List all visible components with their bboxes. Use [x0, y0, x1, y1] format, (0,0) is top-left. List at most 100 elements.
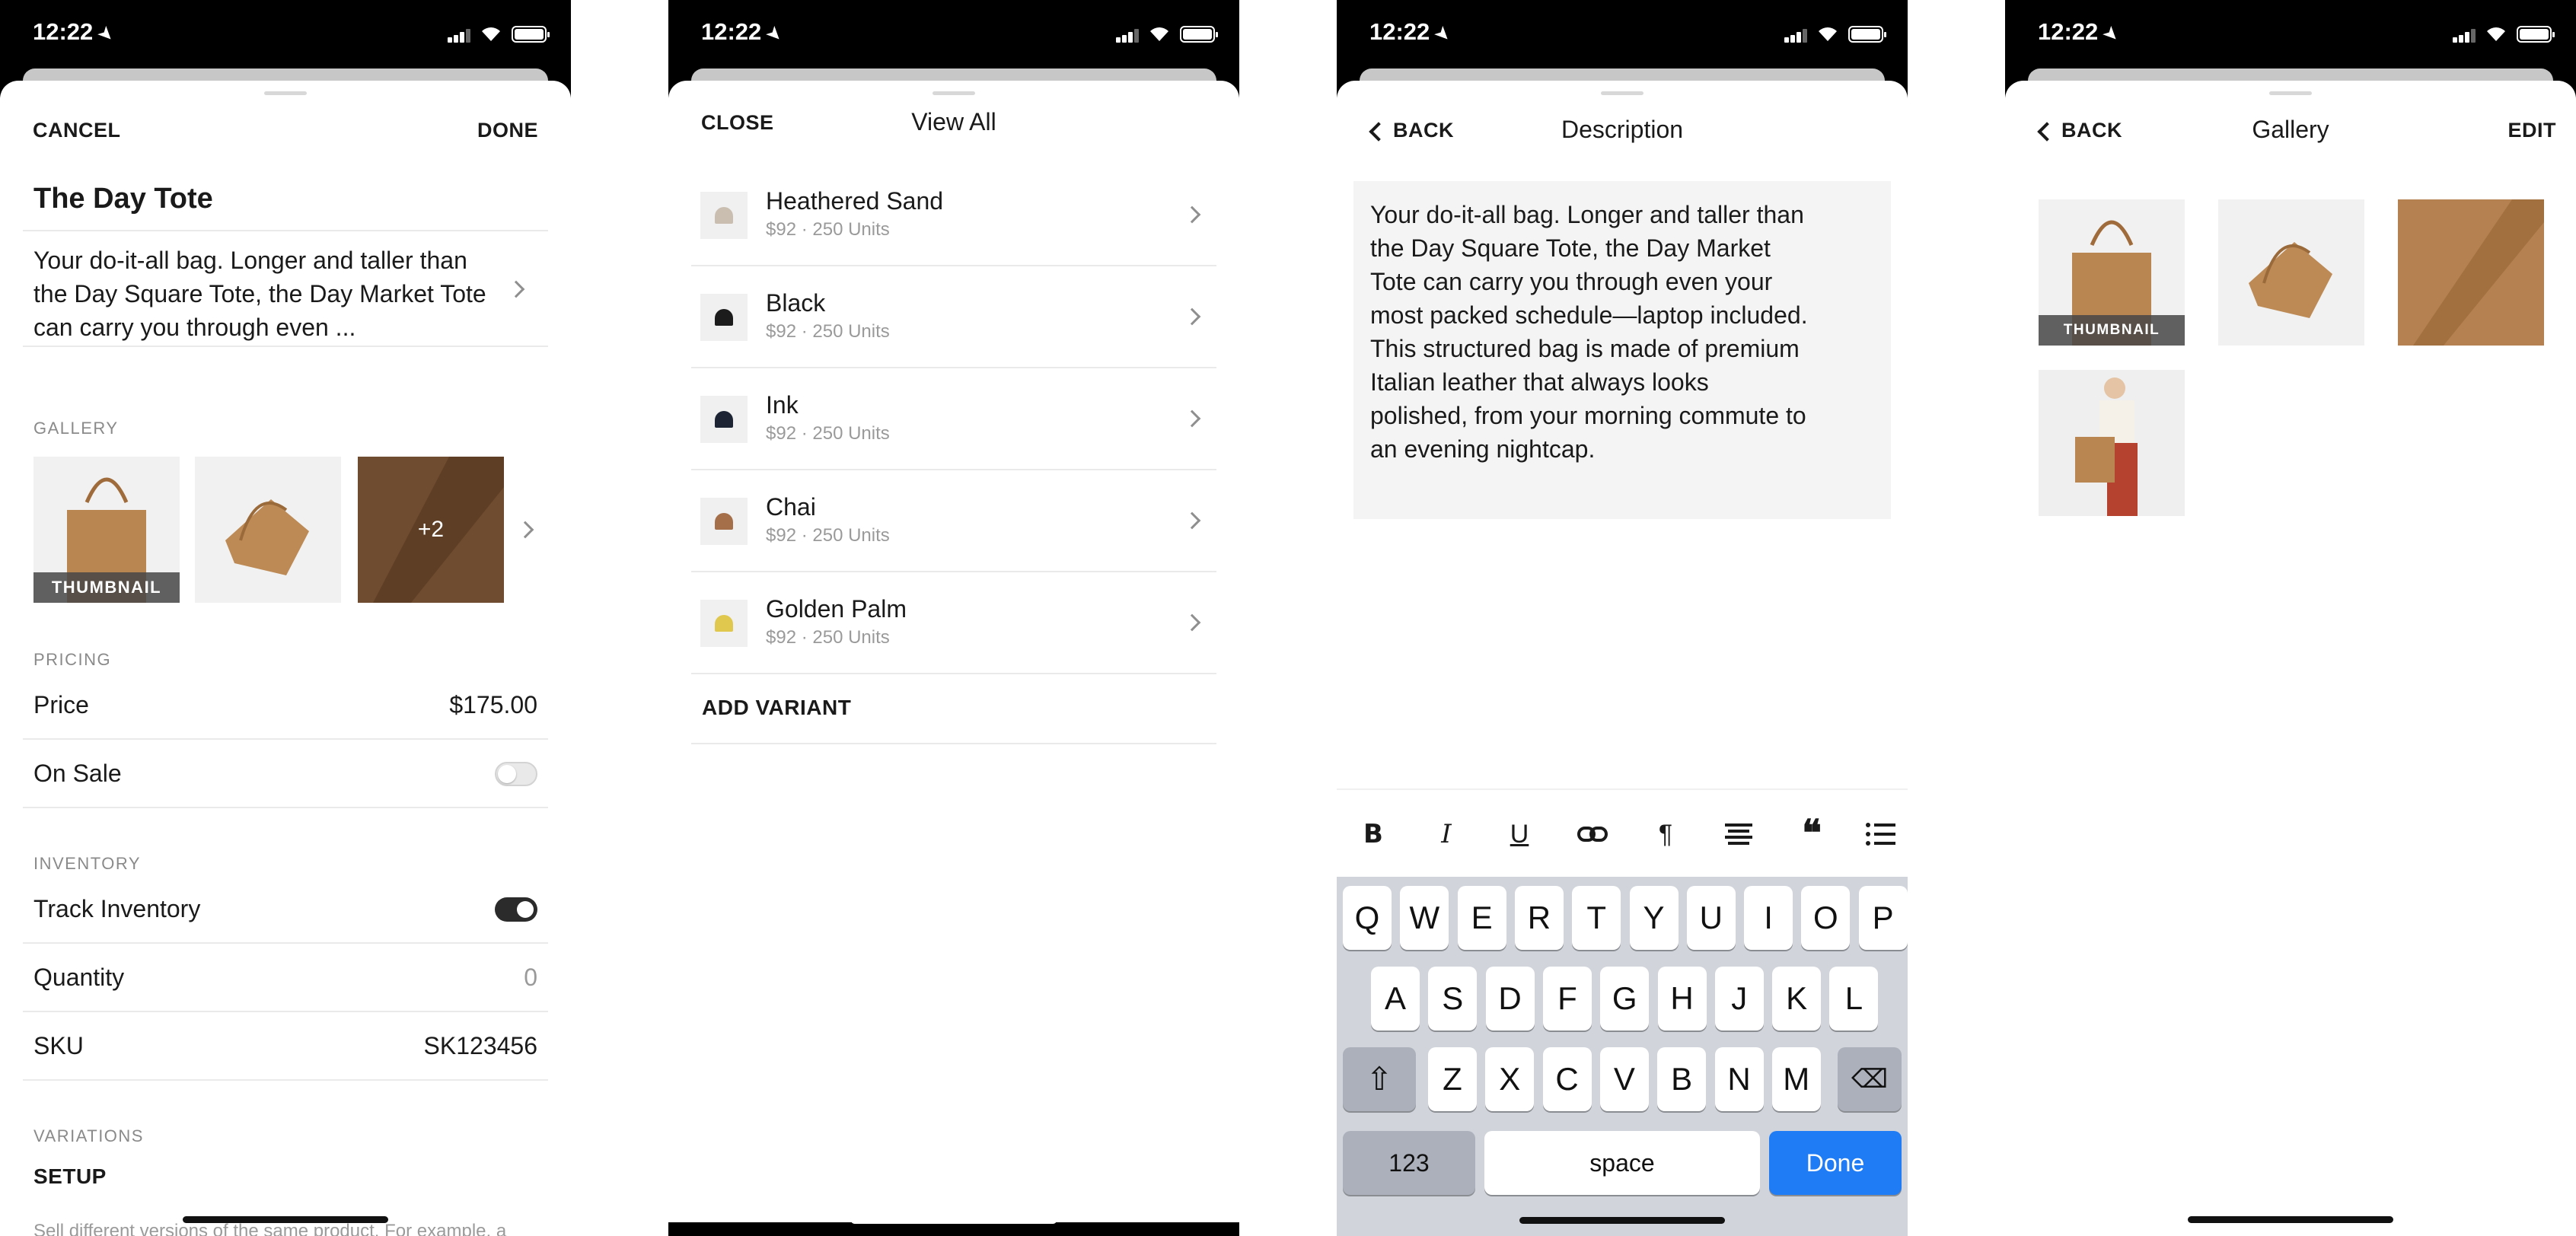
chevron-right-icon: [1183, 307, 1201, 326]
key-v[interactable]: V: [1599, 1047, 1649, 1111]
variant-name: Ink: [766, 391, 799, 419]
key-r[interactable]: R: [1514, 886, 1564, 950]
variant-row[interactable]: Ink $92 · 250 Units: [691, 368, 1216, 470]
wifi-icon: [1150, 27, 1168, 41]
key-y[interactable]: Y: [1629, 886, 1679, 950]
on-sale-label: On Sale: [33, 760, 122, 787]
description-field[interactable]: Your do-it-all bag. Longer and taller th…: [23, 231, 548, 347]
status-time: 12:22 ➤: [2038, 18, 2124, 46]
align-icon[interactable]: [1720, 817, 1757, 851]
home-indicator[interactable]: [1519, 1217, 1725, 1224]
key-m[interactable]: M: [1771, 1047, 1821, 1111]
key-n[interactable]: N: [1714, 1047, 1764, 1111]
gallery-image-2[interactable]: [195, 457, 341, 603]
gallery-image-2[interactable]: [2218, 199, 2364, 346]
sheet-grabber[interactable]: [933, 91, 975, 95]
key-l[interactable]: L: [1829, 967, 1879, 1031]
key-g[interactable]: G: [1600, 967, 1650, 1031]
home-indicator[interactable]: [183, 1216, 388, 1223]
sheet-grabber[interactable]: [264, 91, 307, 95]
key-f[interactable]: F: [1542, 967, 1592, 1031]
key-d[interactable]: D: [1485, 967, 1535, 1031]
variants-sheet: CLOSE View All Heathered Sand $92 · 250 U…: [668, 81, 1239, 1222]
format-toolbar: B I U ¶ ❝: [1337, 788, 1908, 877]
done-key[interactable]: Done: [1769, 1131, 1902, 1195]
cancel-button[interactable]: CANCEL: [33, 119, 121, 142]
gallery-image-4[interactable]: [2039, 370, 2185, 516]
key-c[interactable]: C: [1542, 1047, 1592, 1111]
link-icon[interactable]: [1574, 817, 1611, 851]
status-bar: 12:22 ➤: [2005, 0, 2576, 68]
quote-icon[interactable]: ❝: [1793, 816, 1830, 852]
description-editor[interactable]: Your do-it-all bag. Longer and taller th…: [1353, 181, 1891, 519]
home-indicator[interactable]: [851, 1217, 1057, 1224]
description-text: Your do-it-all bag. Longer and taller th…: [1370, 201, 1808, 463]
key-s[interactable]: S: [1428, 967, 1478, 1031]
key-t[interactable]: T: [1572, 886, 1621, 950]
gallery-image-3[interactable]: [2398, 199, 2544, 346]
signal-icon: [1784, 29, 1809, 43]
key-b[interactable]: B: [1657, 1047, 1707, 1111]
gallery-image-1[interactable]: THUMBNAIL: [2039, 199, 2185, 346]
variant-row[interactable]: Black $92 · 250 Units: [691, 266, 1216, 368]
shift-key[interactable]: ⇧: [1343, 1047, 1416, 1111]
key-u[interactable]: U: [1686, 886, 1736, 950]
chevron-right-icon: [1183, 205, 1201, 224]
setup-help-text: Sell different versions of the same prod…: [33, 1221, 507, 1236]
key-h[interactable]: H: [1657, 967, 1707, 1031]
variant-row[interactable]: Chai $92 · 250 Units: [691, 470, 1216, 572]
variant-swatch: [700, 396, 748, 443]
price-row[interactable]: Price $175.00: [23, 671, 548, 740]
edit-button[interactable]: EDIT: [2507, 119, 2556, 142]
status-bar: 12:22 ➤: [1337, 0, 1908, 68]
italic-icon[interactable]: I: [1428, 817, 1465, 851]
key-x[interactable]: X: [1485, 1047, 1535, 1111]
paragraph-icon[interactable]: ¶: [1647, 817, 1684, 851]
bold-icon[interactable]: B: [1355, 817, 1392, 851]
variant-row[interactable]: Golden Palm $92 · 250 Units: [691, 572, 1216, 674]
delete-key[interactable]: ⌫: [1838, 1047, 1902, 1111]
numbers-key[interactable]: 123: [1343, 1131, 1475, 1195]
sku-row[interactable]: SKU SK123456: [23, 1012, 548, 1081]
setup-button[interactable]: SETUP: [33, 1164, 107, 1189]
quantity-row[interactable]: Quantity 0: [23, 944, 548, 1012]
variant-name: Heathered Sand: [766, 187, 944, 215]
sheet-grabber[interactable]: [2269, 91, 2312, 95]
key-k[interactable]: K: [1772, 967, 1822, 1031]
variant-row[interactable]: Heathered Sand $92 · 250 Units: [691, 164, 1216, 266]
key-a[interactable]: A: [1371, 967, 1420, 1031]
key-j[interactable]: J: [1714, 967, 1764, 1031]
gallery-chevron-icon[interactable]: [516, 521, 534, 539]
home-indicator[interactable]: [2188, 1216, 2393, 1223]
space-key[interactable]: space: [1484, 1131, 1760, 1195]
key-z[interactable]: Z: [1428, 1047, 1477, 1111]
gallery-image-1[interactable]: THUMBNAIL: [33, 457, 180, 603]
list-icon[interactable]: [1862, 817, 1899, 851]
signal-icon: [448, 29, 472, 43]
title-field[interactable]: The Day Tote: [23, 164, 548, 231]
key-i[interactable]: I: [1744, 886, 1793, 950]
gallery-image-more[interactable]: +2: [358, 457, 504, 603]
variant-detail: $92 · 250 Units: [766, 627, 890, 648]
chevron-right-icon: [1183, 409, 1201, 428]
done-button[interactable]: DONE: [477, 119, 538, 142]
variant-swatch: [700, 294, 748, 341]
on-sale-toggle[interactable]: [495, 762, 537, 786]
variant-name: Chai: [766, 493, 816, 521]
wifi-icon: [2487, 27, 2505, 41]
key-o[interactable]: O: [1801, 886, 1851, 950]
model-with-tote-image: [2039, 370, 2185, 516]
key-p[interactable]: P: [1858, 886, 1908, 950]
page-title: View All: [911, 108, 996, 135]
on-sale-row: On Sale: [23, 740, 548, 808]
add-variant-button[interactable]: ADD VARIANT: [702, 696, 851, 720]
key-q[interactable]: Q: [1343, 886, 1392, 950]
key-e[interactable]: E: [1457, 886, 1506, 950]
key-w[interactable]: W: [1400, 886, 1449, 950]
add-variant-row[interactable]: ADD VARIANT: [691, 673, 1216, 744]
underline-icon[interactable]: U: [1501, 817, 1538, 851]
tote-side-image: [225, 499, 309, 575]
price-label: Price: [33, 691, 89, 718]
track-inventory-toggle[interactable]: [495, 897, 537, 922]
sheet-grabber[interactable]: [1601, 91, 1643, 95]
